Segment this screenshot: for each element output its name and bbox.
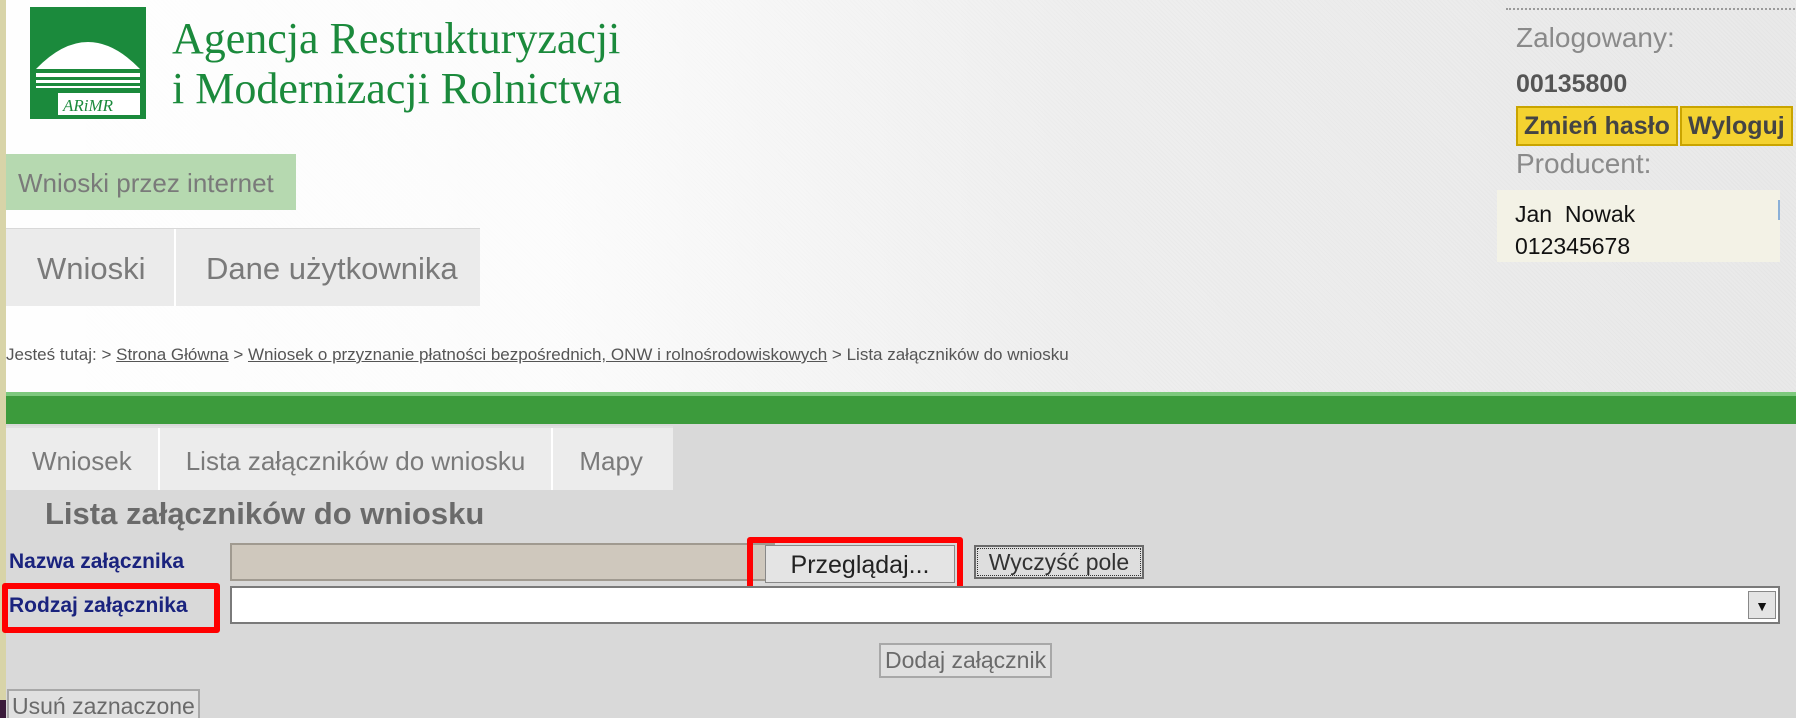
producer-info: Jan Nowak 012345678 bbox=[1497, 190, 1780, 262]
main-nav: Wnioski Dane użytkownika bbox=[6, 228, 480, 306]
breadcrumb-link-home[interactable]: Strona Główna bbox=[116, 345, 228, 364]
agency-title-line2: i Modernizacji Rolnictwa bbox=[172, 64, 622, 113]
type-label-highlight-frame bbox=[2, 583, 220, 633]
breadcrumb-current: Lista załączników do wniosku bbox=[846, 345, 1069, 364]
arimr-logo-icon: ARiMR bbox=[30, 7, 146, 119]
producer-scroll-indicator bbox=[1778, 200, 1780, 220]
logo-text: ARiMR bbox=[62, 96, 114, 115]
breadcrumb-separator: > bbox=[831, 345, 842, 364]
producer-id: 012345678 bbox=[1515, 233, 1631, 259]
breadcrumb-separator: > bbox=[233, 345, 244, 364]
tab-application[interactable]: Wniosek bbox=[6, 428, 160, 490]
dropdown-arrow-icon[interactable]: ▼ bbox=[1748, 591, 1776, 619]
breadcrumb-separator: > bbox=[101, 345, 112, 364]
page-title: Lista załączników do wniosku bbox=[45, 496, 485, 531]
attachment-type-select[interactable]: ▼ bbox=[230, 586, 1780, 624]
clear-field-button[interactable]: Wyczyść pole bbox=[974, 545, 1144, 579]
logout-button[interactable]: Wyloguj bbox=[1680, 106, 1793, 146]
browse-highlight-frame bbox=[747, 537, 963, 593]
agency-title-line1: Agencja Restrukturyzacji bbox=[172, 14, 621, 63]
producer-label: Producent: bbox=[1516, 148, 1652, 179]
nav-item-wnioski[interactable]: Wnioski bbox=[6, 229, 176, 306]
user-login: 00135800 bbox=[1516, 70, 1628, 98]
add-attachment-button[interactable]: Dodaj załącznik bbox=[879, 643, 1053, 678]
breadcrumb-prefix: Jesteś tutaj: bbox=[6, 345, 97, 364]
change-password-button[interactable]: Zmień hasło bbox=[1516, 106, 1678, 146]
sub-tabs: Wniosek Lista załączników do wniosku Map… bbox=[6, 426, 673, 490]
attachment-file-field[interactable] bbox=[230, 543, 775, 581]
tab-maps[interactable]: Mapy bbox=[553, 428, 673, 490]
delete-selected-button[interactable]: Usuń zaznaczone bbox=[7, 689, 200, 718]
section-divider-highlight bbox=[6, 392, 1796, 396]
producer-name: Jan Nowak bbox=[1515, 201, 1636, 227]
nav-item-user-data[interactable]: Dane użytkownika bbox=[176, 229, 458, 306]
attachment-name-label: Nazwa załącznika bbox=[9, 550, 185, 573]
agency-title: Agencja Restrukturyzacji i Modernizacji … bbox=[172, 14, 622, 114]
logged-in-label: Zalogowany: bbox=[1516, 22, 1675, 53]
breadcrumb-link-application[interactable]: Wniosek o przyznanie płatności bezpośred… bbox=[248, 345, 827, 364]
tab-attachments-list[interactable]: Lista załączników do wniosku bbox=[160, 428, 554, 490]
section-divider-bar bbox=[6, 392, 1796, 424]
breadcrumb: Jesteś tutaj: > Strona Główna > Wniosek … bbox=[6, 345, 1069, 365]
app-name-banner: Wnioski przez internet bbox=[6, 154, 296, 210]
